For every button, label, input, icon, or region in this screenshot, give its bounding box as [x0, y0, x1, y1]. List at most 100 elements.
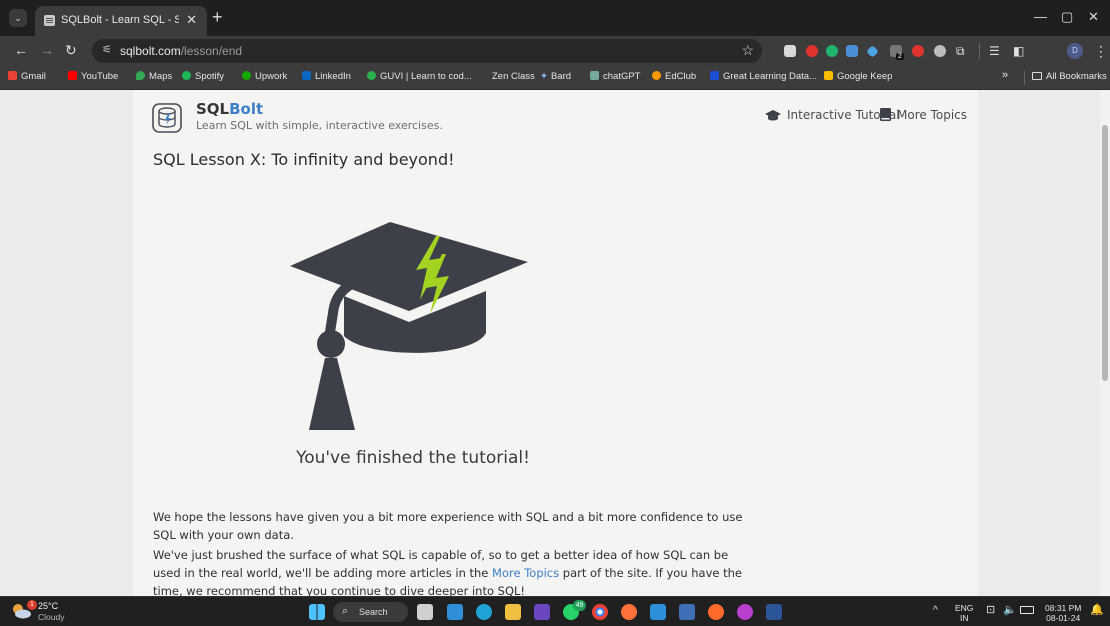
extension-icon[interactable]	[806, 45, 818, 57]
new-tab-button[interactable]: +	[212, 7, 223, 28]
bookmark-google-keep[interactable]: Google Keep	[824, 71, 892, 82]
word-icon[interactable]	[766, 604, 782, 620]
media-player-icon[interactable]	[534, 604, 550, 620]
bookmark-label: Great Learning Data...	[723, 71, 817, 82]
network-icon[interactable]: ⊡	[986, 605, 995, 616]
reload-icon[interactable]: ↻	[65, 42, 77, 59]
bookmark-label: YouTube	[81, 71, 119, 82]
restore-icon[interactable]: ▢	[1061, 9, 1073, 25]
forward-icon[interactable]: →	[40, 42, 54, 58]
extensions-puzzle-icon[interactable]: ⧉	[956, 44, 965, 59]
volume-icon[interactable]: 🔈	[1003, 605, 1017, 616]
bookmark-label: Google Keep	[837, 71, 893, 82]
great-learning-icon	[710, 71, 719, 80]
extension-icon[interactable]	[912, 45, 924, 57]
bookmark-label: Maps	[149, 71, 173, 82]
battery-icon[interactable]	[1020, 606, 1034, 614]
browser-menu-icon[interactable]: ⋮	[1094, 43, 1108, 60]
reading-list-icon[interactable]: ☰	[989, 44, 1000, 58]
bookmark-youtube[interactable]: YouTube	[68, 71, 118, 82]
folder-icon	[1032, 72, 1042, 80]
brand-accent: Bolt	[229, 100, 264, 118]
bookmarks-overflow-button[interactable]: »	[1002, 69, 1008, 81]
bookmark-star-icon[interactable]: ☆	[741, 42, 754, 59]
clock-date: 08-01-24	[1046, 613, 1081, 623]
bookmark-bard[interactable]: ✦ Bard	[540, 71, 571, 82]
weather-alert-badge: 1	[27, 600, 37, 610]
site-info-icon[interactable]: ⚟	[102, 43, 112, 56]
extension-icon[interactable]	[934, 45, 946, 57]
app-icon[interactable]	[708, 604, 724, 620]
app-icon[interactable]	[679, 604, 695, 620]
task-view-icon[interactable]	[417, 604, 433, 620]
language-code: ENG	[955, 603, 974, 613]
bookmark-edclub[interactable]: EdClub	[652, 71, 696, 82]
address-bar[interactable]: ⚟ sqlbolt.com/lesson/end ☆	[92, 39, 762, 63]
all-bookmarks-label: All Bookmarks	[1046, 71, 1107, 82]
bard-sparkle-icon: ✦	[540, 71, 548, 82]
site-brand[interactable]: SQLBolt	[196, 100, 263, 118]
region-code: IN	[959, 613, 969, 623]
extension-icon[interactable]	[866, 45, 879, 58]
page-scrollbar[interactable]	[1100, 90, 1110, 596]
file-explorer-icon[interactable]	[505, 604, 521, 620]
bookmark-gmail[interactable]: Gmail	[8, 71, 46, 82]
brand-plain: SQL	[196, 100, 230, 118]
extension-icon[interactable]	[784, 45, 796, 57]
tab-close-icon[interactable]: ✕	[186, 12, 197, 28]
site-tagline: Learn SQL with simple, interactive exerc…	[196, 119, 443, 132]
chrome-icon[interactable]	[592, 604, 608, 620]
bookmark-great-learning[interactable]: Great Learning Data...	[710, 71, 817, 82]
tab-search-icon[interactable]: ⌄	[9, 9, 27, 27]
finished-message: You've finished the tutorial!	[296, 448, 530, 468]
notifications-bell-icon[interactable]: 🔔	[1090, 605, 1104, 616]
browser-tab-bar: ⌄ SQLBolt - Learn SQL - SQL Lesson X: To…	[0, 0, 1110, 36]
all-bookmarks-button[interactable]: All Bookmarks	[1032, 71, 1107, 82]
scrollbar-thumb[interactable]	[1102, 125, 1108, 381]
bookmark-maps[interactable]: Maps	[136, 71, 172, 82]
extension-icon[interactable]	[846, 45, 858, 57]
chatgpt-icon	[590, 71, 599, 80]
mail-icon[interactable]	[447, 604, 463, 620]
taskbar-search[interactable]: ⌕ Search	[333, 602, 408, 622]
bookmark-label: GUVI | Learn to cod...	[380, 71, 472, 82]
bookmark-upwork[interactable]: Upwork	[242, 71, 287, 82]
url-text[interactable]: sqlbolt.com/lesson/end	[120, 44, 242, 58]
sqlbolt-logo-icon[interactable]	[151, 102, 183, 134]
gmail-icon	[8, 71, 17, 80]
language-indicator[interactable]: ENG IN	[955, 603, 973, 623]
bookmark-zen-class[interactable]: Zen Class	[492, 71, 535, 82]
clock[interactable]: 08:31 PM 08-01-24	[1045, 603, 1081, 623]
guvi-icon	[367, 71, 376, 80]
more-topics-inline-link[interactable]: More Topics	[492, 566, 559, 580]
side-panel-icon[interactable]: ◧	[1013, 44, 1024, 58]
grammarly-icon[interactable]	[826, 45, 838, 57]
bookmark-linkedin[interactable]: LinkedIn	[302, 71, 351, 82]
clock-time: 08:31 PM	[1045, 603, 1082, 613]
tray-overflow-icon[interactable]: ^	[933, 606, 938, 616]
close-window-icon[interactable]: ✕	[1088, 9, 1099, 25]
bookmark-spotify[interactable]: Spotify	[182, 71, 224, 82]
more-topics-label: More Topics	[897, 108, 967, 122]
minimize-icon[interactable]: —	[1034, 9, 1047, 24]
profile-avatar[interactable]: D	[1067, 43, 1083, 59]
extension-badge: 2	[896, 53, 904, 60]
windows-start-icon[interactable]	[309, 604, 325, 620]
whatsapp-unread-badge: 49	[573, 600, 586, 611]
firefox-icon[interactable]	[621, 604, 637, 620]
spotify-icon	[182, 71, 191, 80]
app-icon[interactable]	[737, 604, 753, 620]
bookmark-chatgpt[interactable]: chatGPT	[590, 71, 641, 82]
vscode-icon[interactable]	[650, 604, 666, 620]
bookmark-guvi[interactable]: GUVI | Learn to cod...	[367, 71, 472, 82]
lesson-title: SQL Lesson X: To infinity and beyond!	[153, 150, 455, 169]
back-icon[interactable]: ←	[14, 42, 28, 58]
weather-temperature[interactable]: 25°C	[38, 601, 58, 611]
more-topics-link[interactable]: More Topics	[880, 108, 967, 122]
bookmark-label: LinkedIn	[315, 71, 351, 82]
toolbar-divider	[979, 43, 980, 59]
edge-browser-icon[interactable]	[476, 604, 492, 620]
bookmark-label: EdClub	[665, 71, 697, 82]
graduation-cap-icon	[765, 110, 781, 121]
browser-tab-active[interactable]: SQLBolt - Learn SQL - SQL Lesson X: To i…	[35, 6, 207, 36]
